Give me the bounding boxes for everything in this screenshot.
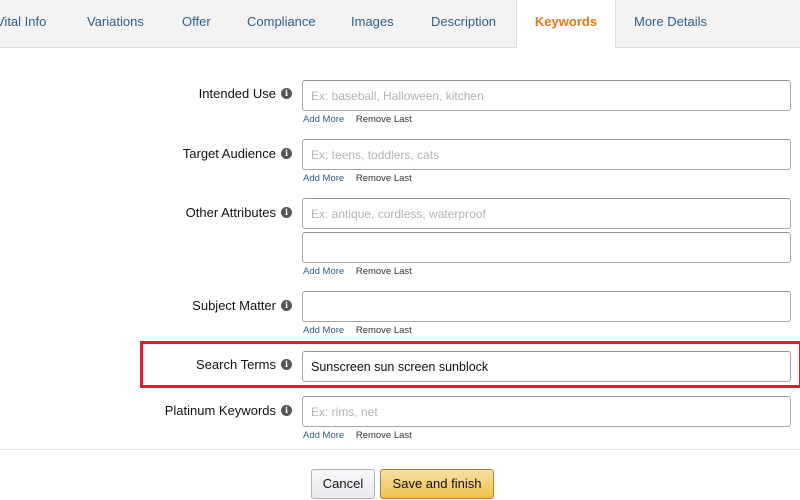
info-icon[interactable]: i (281, 300, 292, 311)
info-icon[interactable]: i (281, 359, 292, 370)
info-icon[interactable]: i (281, 148, 292, 159)
add-more-link[interactable]: Add More (303, 430, 344, 441)
tab-description[interactable]: Description (431, 0, 496, 47)
subject-matter-input[interactable] (302, 291, 791, 322)
other-attributes-input[interactable] (302, 198, 791, 229)
search-terms-input[interactable] (302, 351, 791, 382)
info-icon[interactable]: i (281, 405, 292, 416)
platinum-keywords-label: Platinum Keywords i (165, 403, 292, 418)
search-terms-label-text: Search Terms (196, 357, 276, 372)
tab-images[interactable]: Images (351, 0, 394, 47)
target-audience-label-text: Target Audience (182, 146, 276, 161)
tab-vital-info[interactable]: Vital Info (0, 0, 46, 47)
remove-last-link[interactable]: Remove Last (356, 325, 412, 336)
subject-matter-label: Subject Matter i (192, 298, 292, 313)
footer-divider (0, 449, 800, 450)
subject-matter-links: Add More Remove Last (303, 325, 412, 336)
target-audience-input[interactable] (302, 139, 791, 170)
target-audience-label: Target Audience i (183, 146, 292, 161)
remove-last-link[interactable]: Remove Last (356, 173, 412, 184)
cancel-button[interactable]: Cancel (311, 469, 375, 499)
tab-offer[interactable]: Offer (182, 0, 211, 47)
other-attributes-label-text: Other Attributes (185, 205, 276, 220)
tab-more-details[interactable]: More Details (634, 0, 707, 47)
platinum-keywords-input[interactable] (302, 396, 791, 427)
add-more-link[interactable]: Add More (303, 325, 344, 336)
save-and-finish-button[interactable]: Save and finish (380, 469, 494, 499)
target-audience-links: Add More Remove Last (303, 173, 412, 184)
tab-compliance[interactable]: Compliance (247, 0, 316, 47)
remove-last-link[interactable]: Remove Last (356, 266, 412, 277)
platinum-keywords-label-text: Platinum Keywords (164, 403, 276, 418)
add-more-link[interactable]: Add More (303, 266, 344, 277)
platinum-keywords-links: Add More Remove Last (303, 430, 412, 441)
intended-use-label-text: Intended Use (198, 86, 276, 101)
tab-bar: Vital Info Variations Offer Compliance I… (0, 0, 800, 48)
add-more-link[interactable]: Add More (303, 114, 344, 125)
tab-variations[interactable]: Variations (87, 0, 144, 47)
info-icon[interactable]: i (281, 88, 292, 99)
other-attributes-input-2[interactable] (302, 232, 791, 263)
remove-last-link[interactable]: Remove Last (356, 430, 412, 441)
other-attributes-label: Other Attributes i (186, 205, 292, 220)
other-attributes-links: Add More Remove Last (303, 266, 412, 277)
subject-matter-label-text: Subject Matter (192, 298, 276, 313)
search-terms-label: Search Terms i (196, 357, 292, 372)
intended-use-links: Add More Remove Last (303, 114, 412, 125)
intended-use-input[interactable] (302, 80, 791, 111)
add-more-link[interactable]: Add More (303, 173, 344, 184)
tab-keywords[interactable]: Keywords (516, 0, 616, 48)
remove-last-link[interactable]: Remove Last (356, 114, 412, 125)
info-icon[interactable]: i (281, 207, 292, 218)
intended-use-label: Intended Use i (199, 86, 292, 101)
